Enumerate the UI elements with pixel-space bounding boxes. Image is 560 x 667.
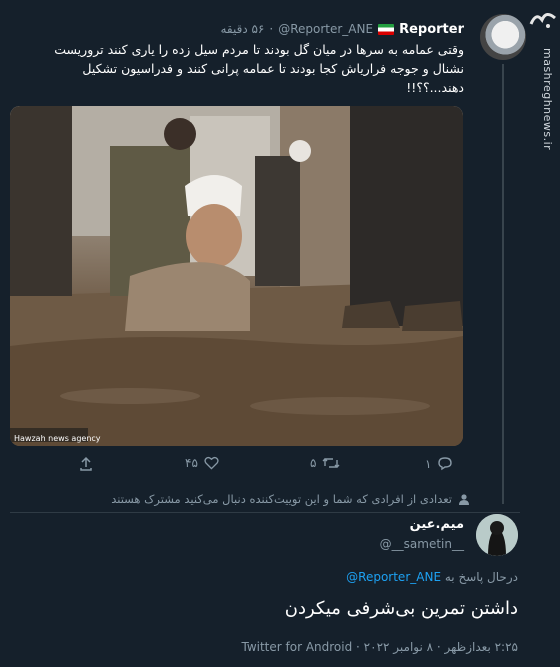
tweet-photo[interactable]: Hawzah news agency [10,106,463,446]
iran-flag-icon [378,23,395,35]
reply-button[interactable]: ۱ [425,456,453,471]
thread-line [502,64,504,504]
reply-tweet-text: داشتن تمرین بی‌شرفی میکردن [284,598,518,619]
reply-author-handle[interactable]: @__sametin__ [380,537,464,551]
tweet-time[interactable]: ۵۶ دقیقه [220,22,264,36]
reply-count: ۱ [425,456,432,471]
replying-to: درحال پاسخ به @Reporter_ANE [346,570,518,584]
like-count: ۴۵ [185,456,198,470]
heart-icon [204,456,219,470]
quoted-tweet-actions: ۴۵ ۵ ۱ [70,456,470,476]
mashregh-logo [528,6,558,32]
share-icon [80,456,92,471]
retweet-button[interactable]: ۵ [310,456,340,470]
replying-to-label: درحال پاسخ به [444,570,518,584]
retweet-count: ۵ [310,456,317,470]
quoted-tweet-header: Reporter @Reporter_ANE · ۵۶ دقیقه [220,20,464,38]
share-button[interactable] [78,456,94,472]
like-button[interactable]: ۴۵ [185,456,219,470]
separator: · [269,22,274,36]
comment-icon [438,457,453,471]
reporter-avatar[interactable] [480,14,526,60]
replying-to-link[interactable]: @Reporter_ANE [346,570,441,584]
site-watermark: mashreghnews.ir [541,47,554,150]
tweet-timestamp[interactable]: ۲:۲۵ بعدازظهر · ۸ نوامبر ۲۰۲۲ · Twitter … [241,640,518,654]
author-name[interactable]: Reporter [399,22,464,37]
reply-author-name[interactable]: میم.عین [410,517,464,532]
photo-caption: Hawzah news agency [14,434,101,443]
subscriber-notice-text: تعدادی از افرادی که شما و این توییت‌کنند… [111,492,452,506]
quoted-tweet-text: وقتی عمامه به سرها در میان گل بودند تا م… [54,42,464,95]
divider [10,512,520,513]
sametin-avatar[interactable] [476,514,518,556]
author-handle[interactable]: @Reporter_ANE [278,22,373,36]
person-icon [459,493,469,505]
subscriber-notice: تعدادی از افرادی که شما و این توییت‌کنند… [111,492,470,506]
retweet-icon [322,458,340,468]
